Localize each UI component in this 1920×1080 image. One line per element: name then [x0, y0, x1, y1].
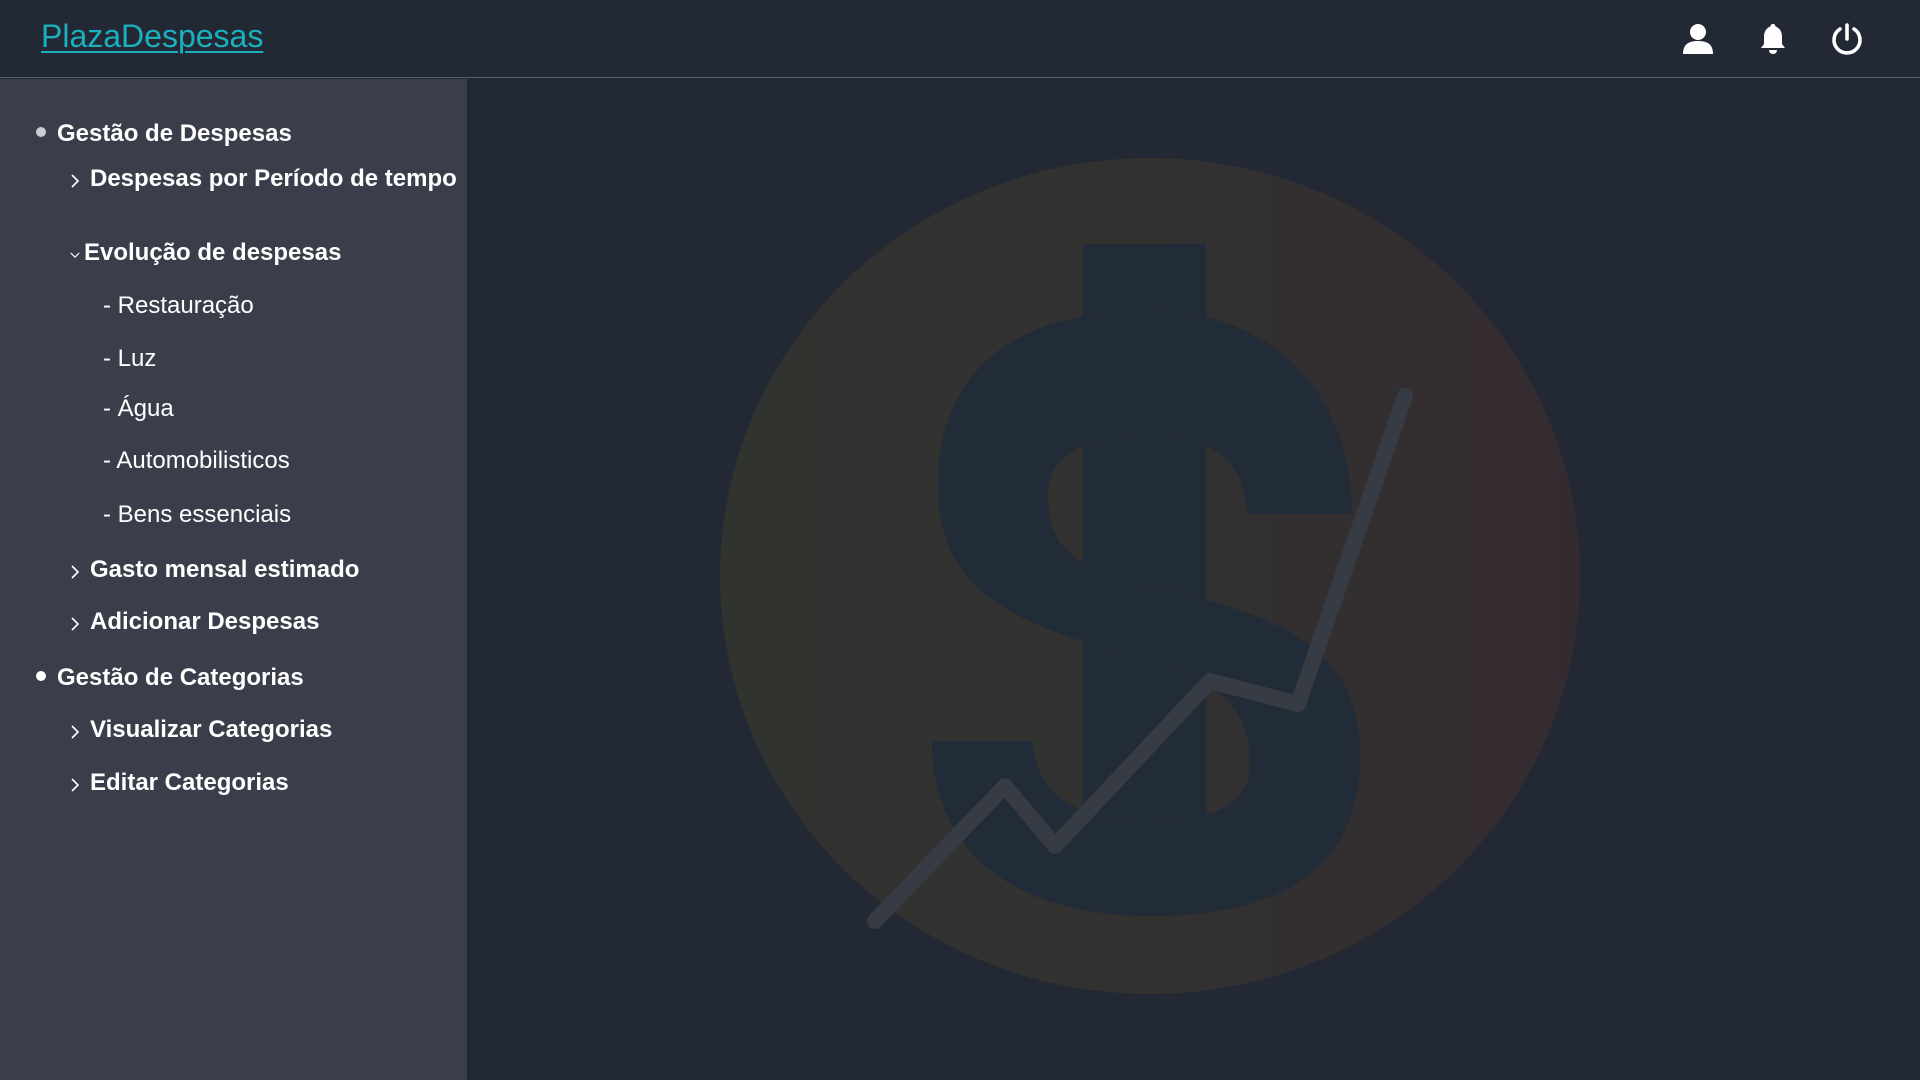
chevron-right-icon	[70, 778, 80, 792]
chevron-right-icon	[70, 617, 80, 631]
section-gestao-despesas: Gestão de Despesas	[36, 120, 292, 148]
chevron-right-icon	[70, 725, 80, 739]
chevron-right-icon	[70, 174, 80, 188]
nav-adicionar-despesas[interactable]: Adicionar Despesas	[70, 608, 319, 636]
power-icon[interactable]	[1830, 22, 1864, 56]
top-navbar: PlazaDespesas	[0, 0, 1920, 78]
section-gestao-categorias: Gestão de Categorias	[36, 664, 304, 692]
nav-item-label: Editar Categorias	[90, 769, 289, 796]
user-icon[interactable]	[1681, 22, 1715, 56]
nav-item-label: Despesas por Período de tempo	[90, 165, 457, 192]
nav-evolucao-despesas[interactable]: Evolução de despesas	[70, 239, 341, 267]
nav-item-label: Evolução de despesas	[84, 239, 342, 266]
main-content	[467, 79, 1920, 1080]
nav-editar-categorias[interactable]: Editar Categorias	[70, 769, 289, 797]
sub-item-agua[interactable]: - Água	[103, 395, 174, 423]
bell-icon[interactable]	[1756, 22, 1790, 56]
sub-item-bens-essenciais[interactable]: - Bens essenciais	[103, 501, 291, 529]
section-title: Gestão de Categorias	[57, 664, 304, 691]
dollar-growth-logo-icon	[720, 158, 1580, 994]
brand-link[interactable]: PlazaDespesas	[41, 18, 263, 55]
sub-item-automobilisticos[interactable]: - Automobilisticos	[103, 447, 290, 475]
nav-despesas-periodo[interactable]: Despesas por Período de tempo	[70, 165, 457, 193]
nav-item-label: Visualizar Categorias	[90, 716, 333, 743]
bullet-icon	[36, 127, 46, 137]
sidebar: Gestão de Despesas Despesas por Período …	[0, 79, 467, 1080]
sub-item-restauracao[interactable]: - Restauração	[103, 292, 254, 320]
sub-item-luz[interactable]: - Luz	[103, 345, 156, 373]
nav-item-label: Adicionar Despesas	[90, 608, 320, 635]
nav-visualizar-categorias[interactable]: Visualizar Categorias	[70, 716, 332, 744]
chevron-down-icon	[70, 248, 80, 258]
nav-gasto-mensal[interactable]: Gasto mensal estimado	[70, 556, 359, 584]
chevron-right-icon	[70, 565, 80, 579]
section-title: Gestão de Despesas	[57, 120, 292, 147]
bullet-icon	[36, 671, 46, 681]
nav-item-label: Gasto mensal estimado	[90, 556, 360, 583]
